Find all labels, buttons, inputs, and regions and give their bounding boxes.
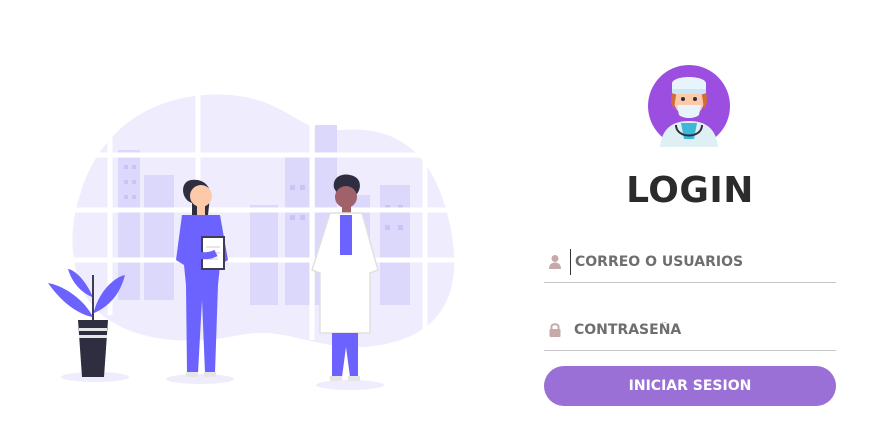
password-input[interactable] bbox=[570, 317, 834, 343]
medical-staff-illustration bbox=[40, 85, 470, 395]
user-icon bbox=[548, 254, 562, 270]
illustration-svg bbox=[48, 85, 460, 390]
password-field bbox=[544, 308, 836, 351]
doctor-avatar-icon bbox=[648, 65, 730, 147]
username-input[interactable] bbox=[570, 249, 835, 275]
login-form: LOGIN INICIAR SESION bbox=[540, 60, 840, 420]
login-button[interactable]: INICIAR SESION bbox=[544, 366, 836, 406]
page-title: LOGIN bbox=[626, 170, 754, 211]
plant-icon bbox=[48, 269, 125, 377]
username-field bbox=[544, 240, 836, 283]
lock-icon bbox=[548, 322, 562, 338]
